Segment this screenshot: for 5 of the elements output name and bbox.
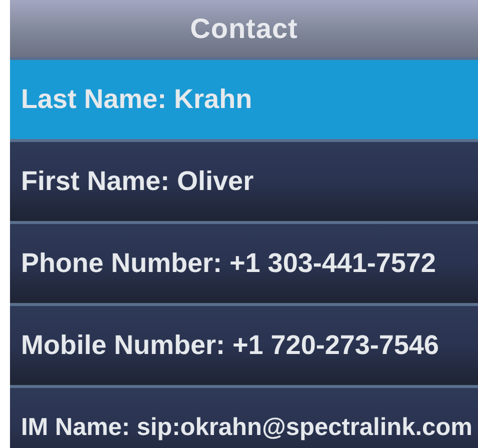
contact-field-row[interactable]: IM Name: sip:okrahn@spectralink.com <box>10 388 478 448</box>
contact-field-row[interactable]: Phone Number: +1 303-441-7572 <box>10 224 478 303</box>
screen-title: Contact <box>190 12 298 44</box>
contact-field-row[interactable]: Mobile Number: +1 720-273-7546 <box>10 306 478 385</box>
contact-field-row[interactable]: First Name: Oliver <box>10 142 478 221</box>
